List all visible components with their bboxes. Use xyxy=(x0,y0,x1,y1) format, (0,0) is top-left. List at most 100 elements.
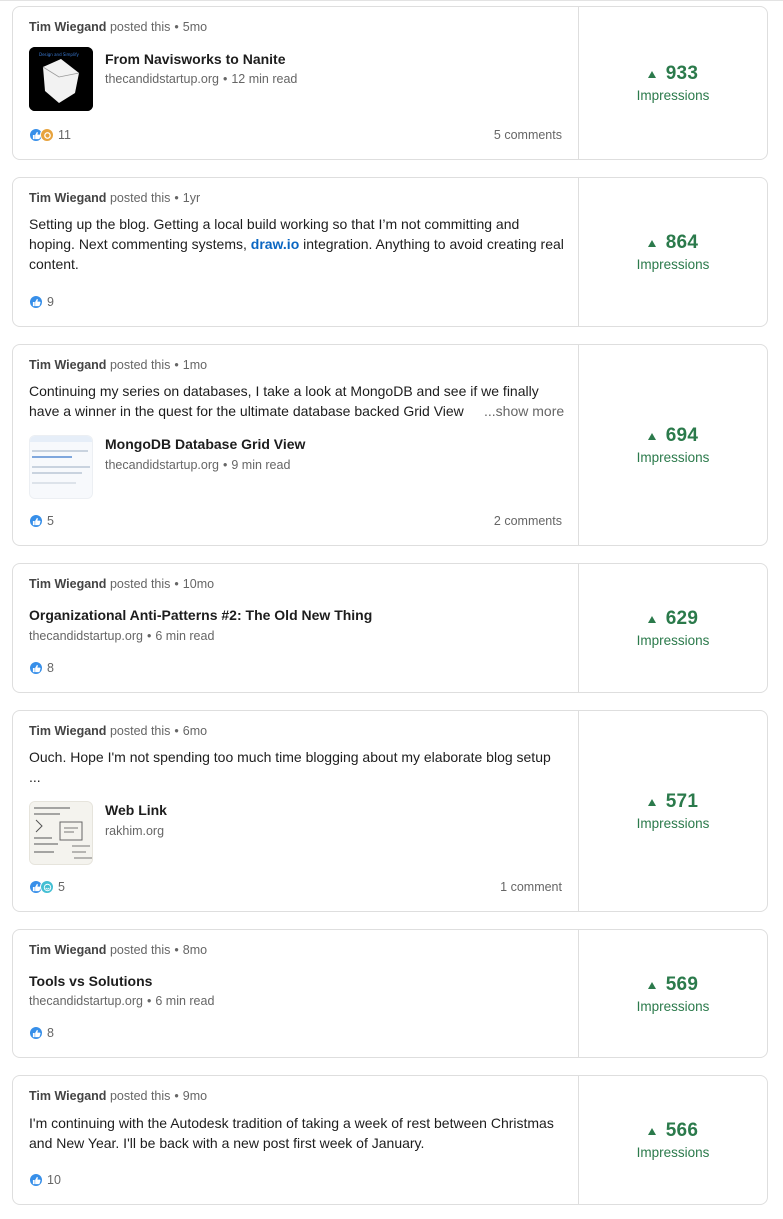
author-name[interactable]: Tim Wiegand xyxy=(29,577,106,591)
article-read-time: 9 min read xyxy=(231,458,291,472)
impressions-panel[interactable]: 933 Impressions xyxy=(579,7,767,159)
show-more-link[interactable]: ...show more xyxy=(480,401,565,421)
impressions-label: Impressions xyxy=(636,257,710,272)
article-title[interactable]: From Navisworks to Nanite xyxy=(105,51,286,67)
impressions-value: 933 xyxy=(647,63,699,85)
post-age: 1yr xyxy=(182,191,201,205)
like-reaction-icon xyxy=(29,514,43,528)
impressions-label: Impressions xyxy=(636,633,710,648)
reactions[interactable]: 8 xyxy=(29,661,54,675)
mongodb-thumbnail-image xyxy=(30,436,92,498)
post-card[interactable]: Tim Wiegand posted this • 6mo Ouch. Hope I… xyxy=(12,710,768,912)
post-action: posted this xyxy=(109,724,171,738)
impressions-label: Impressions xyxy=(636,998,710,1014)
article-domain: rakhim.org xyxy=(105,824,165,838)
article-read-time: 6 min read xyxy=(155,629,215,643)
reactions[interactable]: 5 xyxy=(29,880,65,894)
like-reaction-icon xyxy=(29,1026,43,1040)
reactions[interactable]: 11 xyxy=(29,128,71,142)
author-name[interactable]: Tim Wiegand xyxy=(29,943,106,957)
author-name[interactable]: Tim Wiegand xyxy=(29,20,106,34)
impressions-panel[interactable]: 571 Impressions xyxy=(579,711,767,911)
author-name[interactable]: Tim Wiegand xyxy=(29,1089,106,1103)
impressions-value: 566 xyxy=(647,1120,699,1142)
post-action: posted this xyxy=(109,943,171,957)
post-card[interactable]: Tim Wiegand posted this • 8mo Tools vs Sol… xyxy=(12,929,768,1058)
post-card[interactable]: Tim Wiegand posted this • 1yr Setting up t… xyxy=(12,177,768,327)
reactions[interactable]: 8 xyxy=(29,1026,54,1040)
post-action: posted this xyxy=(109,358,171,372)
article-source: thecandidstartup.org • 9 min read xyxy=(105,458,291,472)
impressions-panel[interactable]: 629 Impressions xyxy=(579,564,767,692)
impressions-panel[interactable]: 569 Impressions xyxy=(579,930,767,1057)
impressions-panel[interactable]: 864 Impressions xyxy=(579,178,767,326)
article-source: rakhim.org xyxy=(105,824,164,838)
post-age: 10mo xyxy=(182,577,215,591)
reactions[interactable]: 9 xyxy=(29,295,54,309)
author-name[interactable]: Tim Wiegand xyxy=(29,724,106,738)
article-domain: thecandidstartup.org xyxy=(29,629,143,643)
impressions-label: Impressions xyxy=(636,816,710,831)
up-triangle-icon xyxy=(647,616,656,623)
impressions-panel[interactable]: 694 Impressions xyxy=(579,345,767,545)
post-text: Setting up the blog. Getting a local bui… xyxy=(29,216,564,272)
impressions-value: 571 xyxy=(647,791,699,813)
reaction-count: 8 xyxy=(47,661,54,675)
post-card[interactable]: Tim Wiegand posted this • 1mo Continuing m… xyxy=(12,344,768,546)
post-action: posted this xyxy=(109,191,171,205)
author-name[interactable]: Tim Wiegand xyxy=(29,358,106,372)
celebrate-reaction-icon xyxy=(40,128,54,142)
svg-text:Design and Simplify: Design and Simplify xyxy=(39,52,80,57)
post-text-line-2: have a winner in the quest for the ultim… xyxy=(29,403,464,419)
comments-count[interactable]: 5 comments xyxy=(494,128,562,142)
article-source: thecandidstartup.org • 6 min read xyxy=(29,629,215,643)
article-title[interactable]: Organizational Anti-Patterns #2: The Old… xyxy=(29,607,372,623)
post-meta: Tim Wiegand posted this • 10mo xyxy=(29,577,215,591)
post-card[interactable]: Tim Wiegand posted this • 5mo Design and S… xyxy=(12,6,768,160)
impressions-label: Impressions xyxy=(636,1145,710,1160)
up-triangle-icon xyxy=(647,981,656,989)
like-reaction-icon xyxy=(29,661,43,675)
article-source: thecandidstartup.org • 6 min read xyxy=(29,994,215,1008)
article-thumbnail[interactable] xyxy=(29,435,93,499)
reaction-count: 5 xyxy=(58,880,65,894)
post-age: 6mo xyxy=(182,724,208,738)
post-action: posted this xyxy=(109,577,171,591)
post-card[interactable]: Tim Wiegand posted this • 10mo Organizatio… xyxy=(12,563,768,693)
impressions-value: 864 xyxy=(647,232,699,254)
post-text-line-1: Continuing my series on databases, I tak… xyxy=(29,383,539,399)
post-action: posted this xyxy=(109,20,171,34)
post-age: 8mo xyxy=(182,943,208,957)
author-name[interactable]: Tim Wiegand xyxy=(29,191,106,205)
article-domain: thecandidstartup.org xyxy=(29,994,143,1008)
up-triangle-icon xyxy=(647,433,656,440)
impressions-value: 569 xyxy=(647,974,699,996)
navisworks-thumbnail-image: Design and Simplify xyxy=(29,47,93,111)
article-thumbnail[interactable] xyxy=(29,801,93,865)
reaction-count: 9 xyxy=(47,295,54,309)
article-title[interactable]: Tools vs Solutions xyxy=(29,973,152,989)
comments-count[interactable]: 1 comment xyxy=(500,880,562,894)
post-meta: Tim Wiegand posted this • 1yr xyxy=(29,191,201,205)
up-triangle-icon xyxy=(647,799,656,806)
like-reaction-icon xyxy=(29,295,43,309)
post-content: Tim Wiegand posted this • 5mo Design and S… xyxy=(13,7,579,159)
article-domain: thecandidstartup.org xyxy=(105,72,219,86)
article-thumbnail[interactable]: Design and Simplify xyxy=(29,47,93,111)
up-triangle-icon xyxy=(647,240,656,247)
article-title[interactable]: MongoDB Database Grid View xyxy=(105,436,305,452)
comments-count[interactable]: 2 comments xyxy=(494,514,562,528)
post-content: Tim Wiegand posted this • 10mo Organizatio… xyxy=(13,564,579,692)
draw-io-link[interactable]: draw.io xyxy=(251,236,300,252)
article-domain: thecandidstartup.org xyxy=(105,458,219,472)
reaction-count: 5 xyxy=(47,514,54,528)
reaction-count: 10 xyxy=(47,1173,61,1187)
impressions-label: Impressions xyxy=(636,88,710,103)
impressions-panel[interactable]: 566 Impressions xyxy=(579,1076,767,1204)
reactions[interactable]: 5 xyxy=(29,514,54,528)
post-action: posted this xyxy=(109,1089,171,1103)
post-card[interactable]: Tim Wiegand posted this • 9mo I'm continui… xyxy=(12,1075,768,1205)
article-title[interactable]: Web Link xyxy=(105,802,167,818)
reactions[interactable]: 10 xyxy=(29,1173,61,1187)
post-meta: Tim Wiegand posted this • 8mo xyxy=(29,943,208,957)
